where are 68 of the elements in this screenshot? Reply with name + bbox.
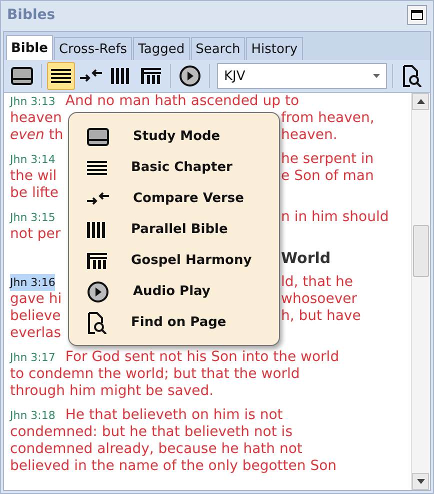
verse-reference[interactable]: Jhn 3:13 bbox=[10, 93, 56, 110]
window-icon bbox=[87, 128, 109, 146]
down-arrow-icon bbox=[416, 479, 424, 484]
arrows-icon bbox=[87, 190, 109, 206]
verse-text: be lifte bbox=[10, 185, 59, 202]
menu-item[interactable]: Audio Play bbox=[87, 276, 279, 307]
verse-text: And no man hath ascended up to bbox=[65, 93, 300, 110]
verse-text: through him might be saved. bbox=[10, 383, 214, 400]
verse-text: h, but have bbox=[281, 308, 361, 325]
verse-text: from heaven, bbox=[281, 110, 374, 127]
harmony-icon bbox=[141, 68, 161, 84]
scroll-down-button[interactable] bbox=[412, 473, 429, 490]
maximize-button[interactable] bbox=[407, 4, 427, 24]
columns-icon bbox=[87, 222, 107, 238]
lines-icon bbox=[87, 160, 107, 176]
verse-text: condemned: but he that believeth not is bbox=[10, 424, 292, 441]
tab[interactable]: Bible bbox=[6, 35, 53, 60]
verse-text: He that believeth on him is not bbox=[65, 407, 283, 424]
verse-text: e Son of man bbox=[281, 168, 374, 185]
version-dropdown[interactable]: KJV bbox=[217, 63, 387, 89]
verse-text: ld, that he bbox=[281, 274, 354, 291]
verse-text: to condemn the world; but that the world bbox=[10, 366, 300, 383]
panel-title: Bibles bbox=[7, 6, 56, 22]
verse-reference[interactable]: Jhn 3:14 bbox=[10, 151, 56, 168]
tab[interactable]: Tagged bbox=[133, 37, 190, 60]
menu-item[interactable]: Compare Verse bbox=[87, 183, 279, 214]
verse-text: gave hi bbox=[10, 291, 62, 308]
tab[interactable]: Cross-Refs bbox=[54, 37, 132, 60]
section-heading: World bbox=[281, 250, 331, 267]
menu-item[interactable]: Gospel Harmony bbox=[87, 245, 279, 276]
menu-item[interactable]: Parallel Bible bbox=[87, 214, 279, 245]
verse-text: n in him should bbox=[281, 209, 389, 226]
verse-text: believe bbox=[10, 308, 61, 325]
menu-item[interactable]: Study Mode bbox=[87, 121, 279, 152]
tab[interactable]: Search bbox=[190, 37, 246, 60]
menu-item[interactable]: Basic Chapter bbox=[87, 152, 279, 183]
basic-view-button[interactable] bbox=[47, 62, 75, 90]
verse-text: believed in the name of the only begotten Son bbox=[10, 458, 337, 475]
find-icon bbox=[87, 312, 107, 334]
harmony-icon bbox=[87, 252, 107, 268]
verse-text: the wil bbox=[10, 168, 57, 185]
scroll-up-button[interactable] bbox=[412, 93, 429, 110]
verse-text: not per bbox=[10, 226, 61, 243]
verse-text: condemned already, because he hath not bbox=[10, 441, 302, 458]
verse-text: he serpent in bbox=[281, 151, 374, 168]
scroll-thumb[interactable] bbox=[413, 225, 429, 277]
verse-reference[interactable]: Jhn 3:18 bbox=[10, 407, 56, 424]
verse-text: even th bbox=[10, 127, 64, 144]
menu-item[interactable]: Find on Page bbox=[87, 307, 279, 338]
maximize-icon bbox=[411, 10, 423, 20]
verse-reference[interactable]: Jhn 3:16 bbox=[10, 274, 56, 291]
tab[interactable]: History bbox=[246, 37, 303, 60]
columns-icon bbox=[111, 68, 131, 84]
verse-reference[interactable]: Jhn 3:15 bbox=[10, 209, 56, 226]
verse-text: For God sent not his Son into the world bbox=[65, 349, 340, 366]
arrows-icon bbox=[80, 68, 102, 84]
verse-text: heaven. bbox=[281, 127, 338, 144]
play-icon bbox=[87, 280, 109, 302]
verse-text: everlas bbox=[10, 325, 62, 342]
play-icon bbox=[179, 65, 201, 87]
lines-icon bbox=[51, 68, 71, 84]
verse-reference[interactable]: Jhn 3:17 bbox=[10, 349, 56, 366]
verse-text: whosoever bbox=[281, 291, 358, 308]
up-arrow-icon bbox=[416, 99, 424, 104]
find-icon bbox=[402, 65, 422, 87]
caret-icon bbox=[373, 74, 380, 78]
window-icon bbox=[11, 67, 33, 85]
verse-text: heaven bbox=[10, 110, 62, 127]
